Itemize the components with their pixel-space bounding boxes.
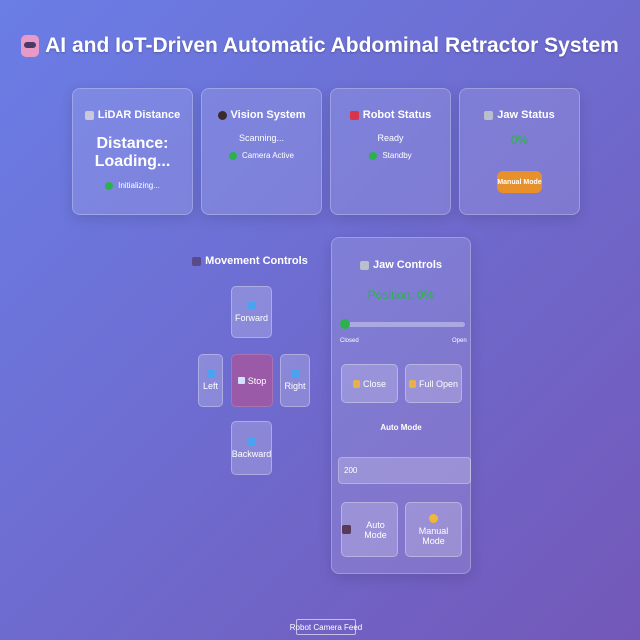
right-button[interactable]: Right: [280, 354, 310, 407]
page-title: AI and IoT-Driven Automatic Abdominal Re…: [0, 34, 640, 58]
arrow-up-icon: [247, 301, 256, 310]
robot-state-text: Ready: [377, 133, 404, 143]
gamepad-icon: [192, 256, 202, 266]
full-open-label: Full Open: [418, 378, 459, 389]
stop-icon: [237, 377, 245, 384]
full-open-button[interactable]: Full Open: [405, 364, 462, 403]
movement-title-text: Movement Controls: [205, 255, 308, 267]
status-dot-icon: [105, 181, 114, 190]
camera-feed-alt-text: Robot Camera Feed: [289, 622, 363, 632]
jaw-controls-title-text: Jaw Controls: [372, 259, 443, 271]
auto-value-input[interactable]: 200: [338, 457, 471, 484]
jaw-status-card: Jaw Status 0%: [459, 88, 580, 215]
slider-min-label: Closed: [340, 338, 359, 344]
close-jaw-button[interactable]: Close: [341, 364, 398, 403]
lidar-status: Initializing...: [73, 181, 192, 190]
manual-mode-label: Manual Mode: [418, 525, 449, 546]
unlock-icon: [408, 379, 416, 388]
vision-state-text: Scanning...: [238, 133, 285, 143]
lidar-card-title: LiDAR Distance: [73, 109, 192, 121]
eye-icon: [217, 110, 227, 120]
arrow-down-icon: [247, 437, 256, 446]
lidar-title-text: LiDAR Distance: [97, 109, 181, 121]
auto-mode-heading: Auto Mode: [380, 423, 422, 432]
status-dot-icon: [228, 151, 237, 160]
status-dot-icon: [369, 151, 378, 160]
lock-icon: [352, 379, 360, 388]
robot-card: Robot Status Ready Standby: [330, 88, 451, 215]
lidar-card: LiDAR Distance Distance: Loading... Init…: [72, 88, 193, 215]
forward-button[interactable]: Forward: [231, 286, 272, 338]
jaw-status-card-title: Jaw Status: [460, 109, 579, 121]
satellite-icon: [84, 110, 94, 120]
arrow-left-icon: [206, 370, 215, 378]
robot-icon: [21, 35, 40, 57]
camera-feed-image: Robot Camera Feed: [290, 619, 362, 635]
vision-title-text: Vision System: [230, 109, 306, 121]
close-label: Close: [362, 378, 386, 389]
arrow-right-icon: [291, 370, 299, 378]
robot-icon: [342, 525, 351, 534]
backward-label: Backward: [231, 448, 272, 459]
jaw-slider-track[interactable]: [340, 322, 465, 327]
left-label: Left: [202, 381, 218, 391]
lidar-distance-text: Distance: Loading...: [94, 135, 171, 170]
stop-button[interactable]: Stop: [231, 354, 273, 407]
wrench-icon: [484, 110, 494, 120]
stop-label: Stop: [247, 375, 267, 386]
robot-status: Standby: [331, 151, 450, 160]
backward-button[interactable]: Backward: [231, 421, 272, 475]
robot-title-text: Robot Status: [362, 109, 432, 121]
right-label: Right: [284, 381, 306, 391]
vision-card: Vision System Scanning... Camera Active: [201, 88, 322, 215]
robot-status-icon: [349, 110, 359, 120]
vision-card-title: Vision System: [202, 109, 321, 121]
jaw-slider-thumb[interactable]: [340, 319, 350, 329]
jaw-percent-text: 0%: [510, 133, 529, 147]
manual-mode-button[interactable]: Manual Mode: [405, 502, 462, 557]
hand-icon: [429, 513, 438, 523]
lidar-status-text: Initializing...: [118, 181, 160, 190]
vision-status-text: Camera Active: [241, 151, 295, 160]
robot-status-text: Standby: [382, 151, 412, 160]
auto-mode-button[interactable]: Auto Mode: [341, 502, 398, 557]
auto-mode-label: Auto Mode: [364, 519, 387, 540]
jaw-status-title-text: Jaw Status: [497, 109, 555, 121]
robot-card-title: Robot Status: [331, 109, 450, 121]
page-title-text: AI and IoT-Driven Automatic Abdominal Re…: [45, 34, 619, 57]
movement-controls-title: Movement Controls: [190, 255, 310, 267]
slider-max-label: Open: [452, 338, 467, 344]
left-button[interactable]: Left: [198, 354, 223, 407]
vision-status: Camera Active: [202, 151, 321, 160]
wrench-icon: [359, 260, 369, 270]
jaw-position-text: Position: 0%: [367, 288, 435, 302]
manual-mode-badge: Manual Mode: [497, 171, 542, 193]
forward-label: Forward: [234, 312, 268, 323]
jaw-controls-title: Jaw Controls: [332, 259, 470, 271]
